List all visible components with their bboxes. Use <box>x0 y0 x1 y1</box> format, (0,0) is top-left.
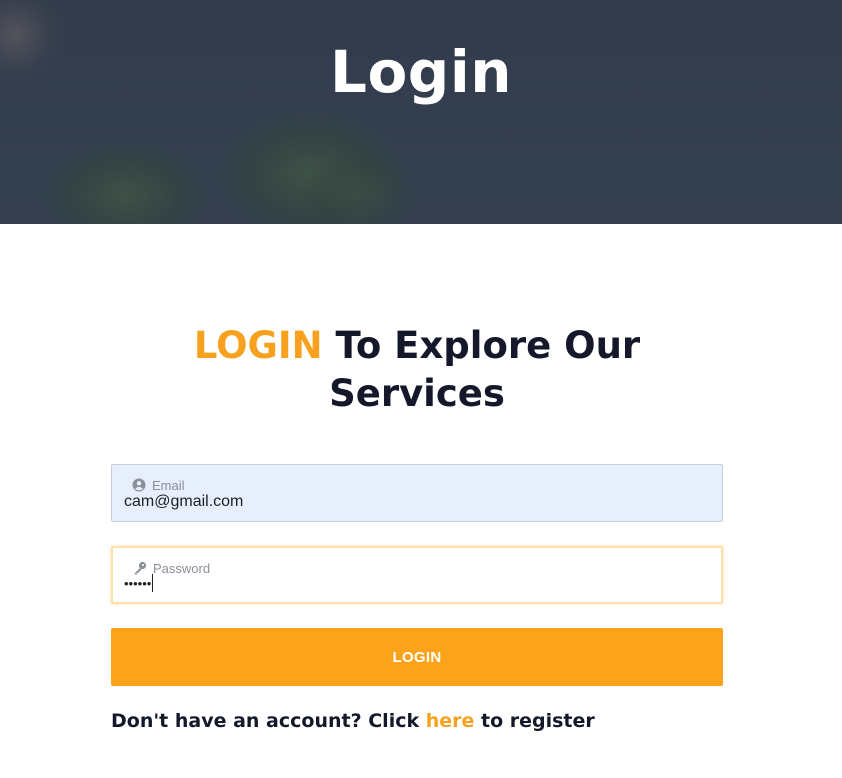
hero-banner: Login <box>0 0 842 224</box>
register-prefix: Don't have an account? Click <box>111 710 426 732</box>
register-link[interactable]: here <box>426 710 475 732</box>
email-field[interactable]: Email cam@gmail.com <box>111 464 723 522</box>
hero-overlay <box>0 0 842 224</box>
password-value[interactable]: •••••• <box>124 574 154 592</box>
password-label: Password <box>153 561 211 576</box>
email-value[interactable]: cam@gmail.com <box>124 493 243 511</box>
heading-accent: LOGIN <box>193 324 323 367</box>
login-button[interactable]: LOGIN <box>111 628 723 686</box>
register-prompt: Don't have an account? Click here to reg… <box>111 710 595 732</box>
section-heading: LOGIN To Explore Our Services <box>150 322 684 418</box>
user-circle-icon <box>132 478 146 492</box>
text-caret <box>152 574 154 592</box>
heading-rest: To Explore Our Services <box>322 324 641 415</box>
password-field[interactable]: Password •••••• <box>111 546 723 604</box>
key-icon <box>133 561 147 575</box>
password-dots: •••••• <box>124 576 152 591</box>
register-suffix: to register <box>474 710 595 732</box>
email-label: Email <box>152 478 185 493</box>
page-title: Login <box>330 38 512 106</box>
